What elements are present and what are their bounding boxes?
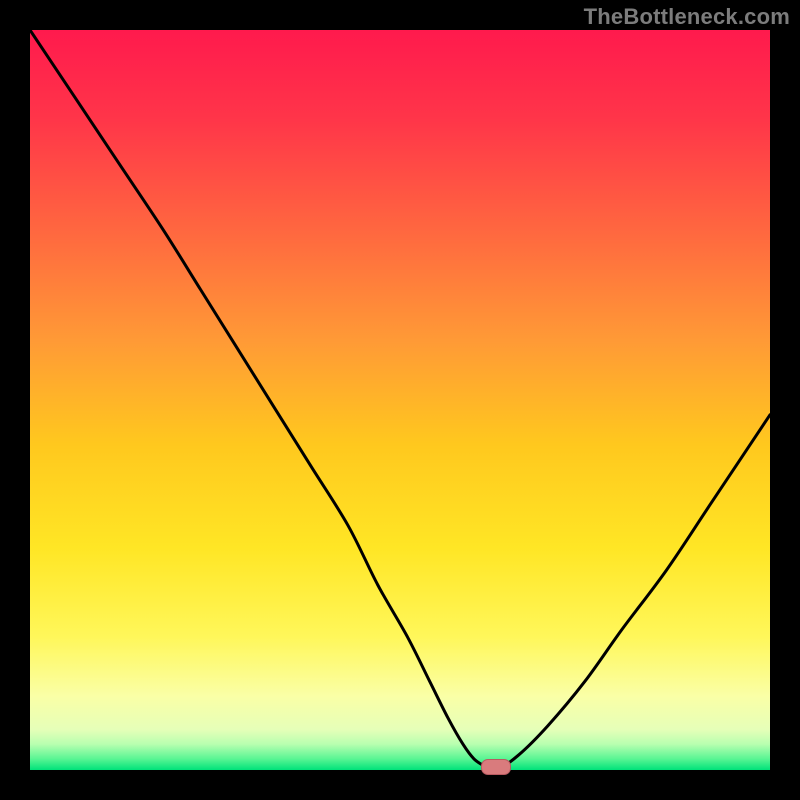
chart-frame: TheBottleneck.com <box>0 0 800 800</box>
optimal-point-marker <box>481 759 511 775</box>
watermark-text: TheBottleneck.com <box>584 4 790 30</box>
bottleneck-curve <box>30 30 770 770</box>
plot-area <box>30 30 770 770</box>
